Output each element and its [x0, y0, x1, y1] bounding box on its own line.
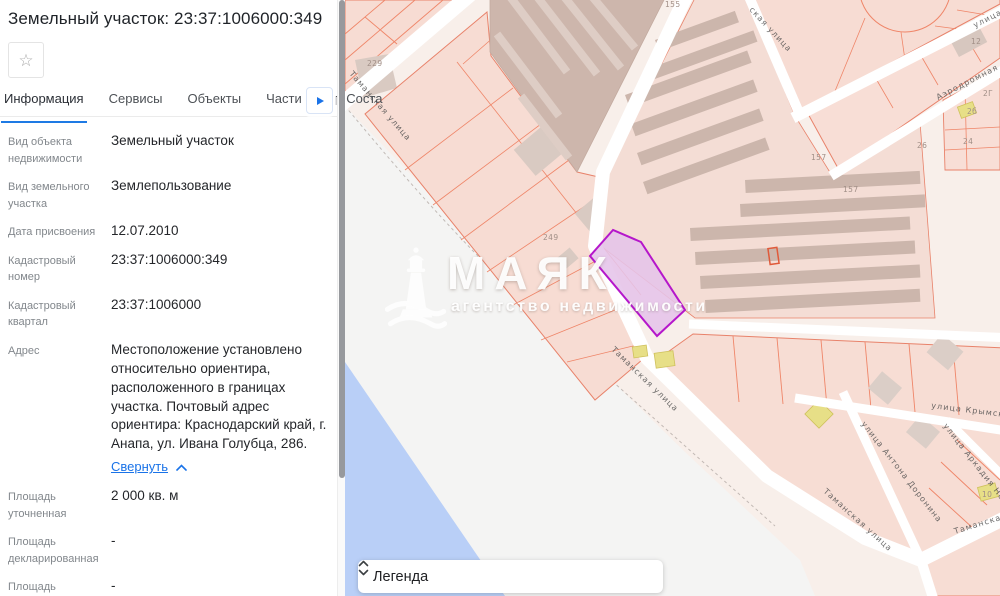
- field-row: Дата присвоения 12.07.2010: [0, 222, 337, 241]
- expand-collapse-icon: [358, 560, 369, 576]
- page-title: Земельный участок: 23:37:1006000:349: [8, 9, 327, 29]
- field-row: Вид земельного участка Землепользование: [0, 177, 337, 212]
- legend-toggle[interactable]: Легенда: [358, 560, 663, 593]
- parcel-number: 157: [811, 153, 827, 162]
- chevron-right-icon: [317, 97, 324, 105]
- parcel-number: 24: [963, 137, 973, 146]
- scrollbar-thumb[interactable]: [339, 0, 345, 478]
- sidebar-scrollbar[interactable]: [337, 0, 345, 596]
- attributes-list: Вид объекта недвижимости Земельный участ…: [0, 132, 337, 596]
- field-row-address: Адрес Местоположение установлено относит…: [0, 341, 337, 477]
- info-panel: Земельный участок: 23:37:1006000:349 ☆ И…: [0, 0, 337, 596]
- favorite-button[interactable]: ☆: [8, 42, 44, 78]
- field-row: Площадь уточненная 2 000 кв. м: [0, 487, 337, 522]
- address-text: Местоположение установлено относительно …: [111, 342, 326, 451]
- field-row: Кадастровый номер 23:37:1006000:349: [0, 251, 337, 286]
- parcel-number: 155: [665, 0, 681, 9]
- parcel-number: 2б: [967, 107, 977, 116]
- cadastral-map[interactable]: Таманская улица Таманская улица улица Ан…: [345, 0, 1000, 596]
- parcel-number: 249: [543, 233, 559, 242]
- collapse-address-link[interactable]: Свернуть: [111, 458, 187, 476]
- field-row: Площадь -: [0, 577, 337, 596]
- star-icon: ☆: [18, 52, 33, 69]
- tab-composition[interactable]: Соста: [346, 91, 382, 116]
- tab-services[interactable]: Сервисы: [109, 91, 163, 116]
- tab-objects[interactable]: Объекты: [187, 91, 241, 116]
- parcel-number: 26: [917, 141, 927, 150]
- parcel-number: 157: [843, 185, 859, 194]
- parcel-number: 229: [367, 59, 383, 68]
- field-row: Вид объекта недвижимости Земельный участ…: [0, 132, 337, 167]
- field-row: Площадь декларированная -: [0, 532, 337, 567]
- parcel-number: 10: [982, 490, 992, 499]
- parcel-number: 2Г: [983, 89, 993, 98]
- field-row: Кадастровый квартал 23:37:1006000: [0, 296, 337, 331]
- tabs-scroll-right-button[interactable]: [306, 87, 333, 114]
- chevron-up-icon: [176, 464, 187, 471]
- parcel-number: 12: [971, 37, 981, 46]
- cadastral-app-window: Земельный участок: 23:37:1006000:349 ☆ И…: [0, 0, 1000, 596]
- tab-bar: Информация Сервисы Объекты Части ЗУ Сост…: [0, 91, 337, 117]
- legend-label: Легенда: [373, 569, 651, 585]
- tab-information[interactable]: Информация: [4, 91, 84, 116]
